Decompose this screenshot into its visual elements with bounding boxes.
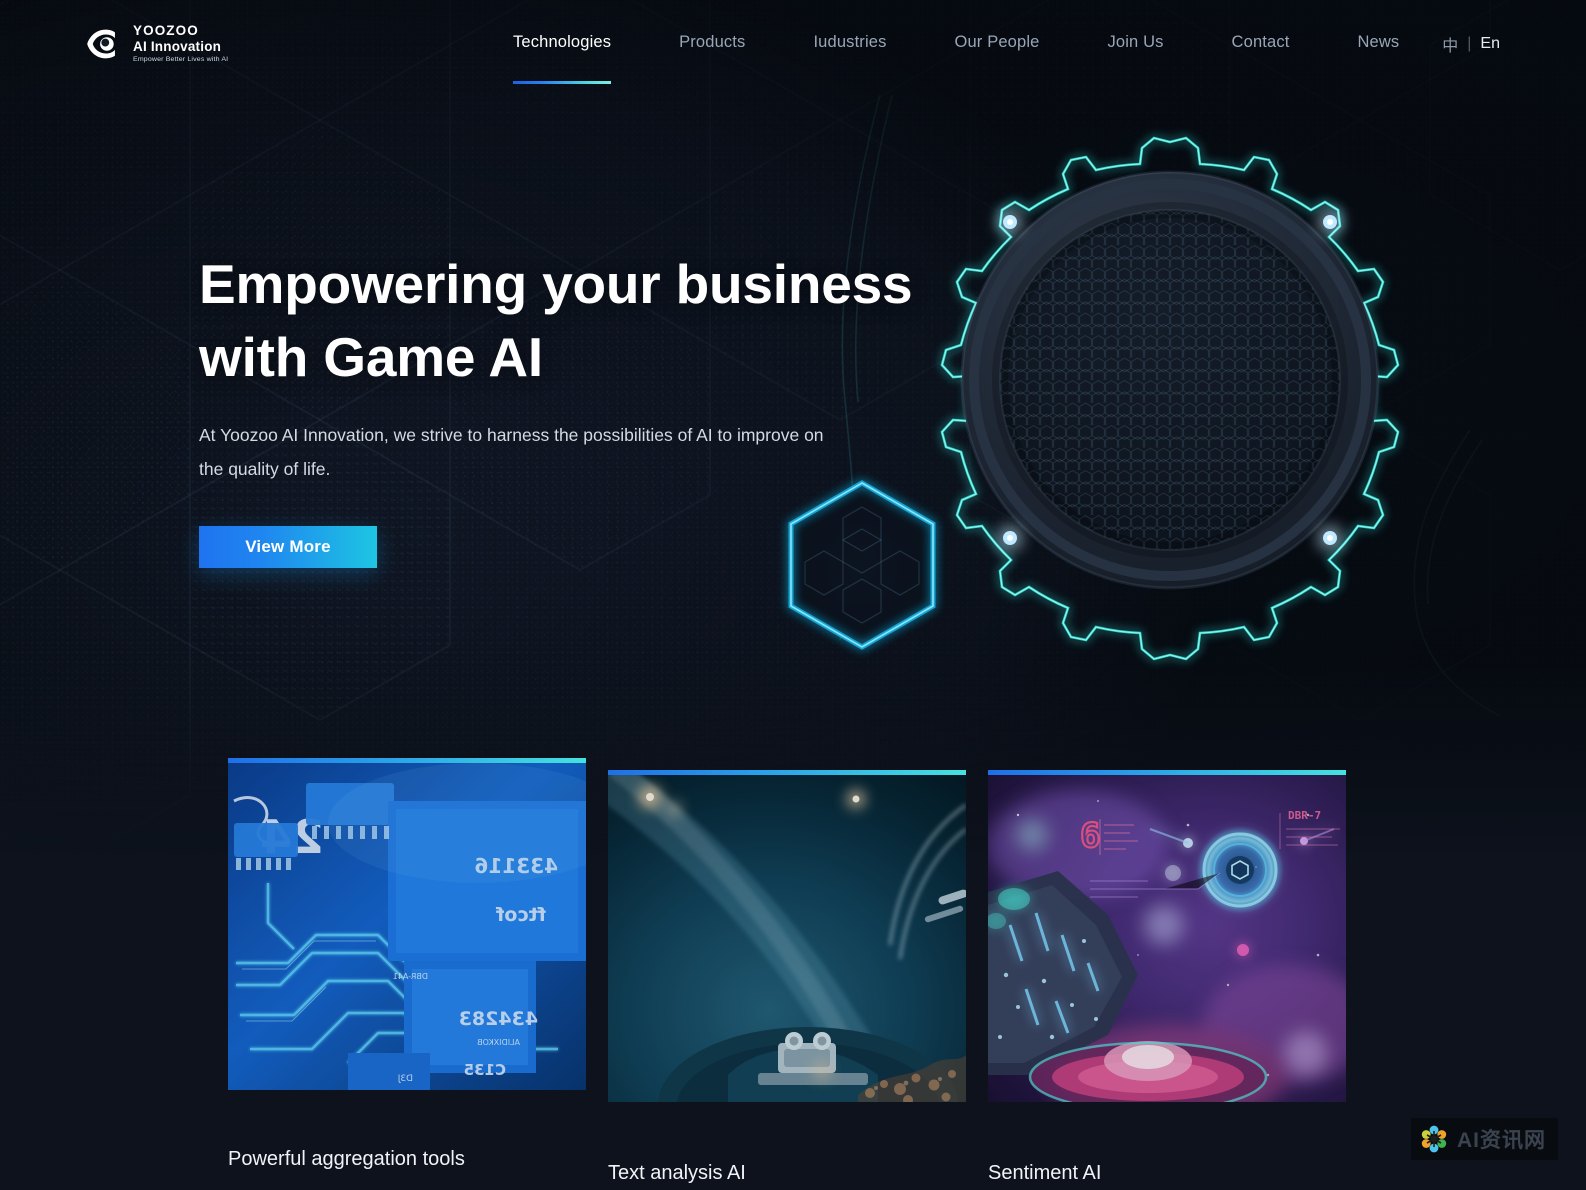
feature-card[interactable]: Text analysis AI [608, 770, 966, 1184]
watermark: AI资讯网 [1411, 1118, 1558, 1160]
logo[interactable]: YOOZOO AI Innovation Empower Better Live… [86, 24, 228, 63]
nav-item-join-us[interactable]: Join Us [1107, 0, 1163, 84]
nav-item-our-people[interactable]: Our People [955, 0, 1040, 84]
language-option-en[interactable]: En [1480, 35, 1500, 53]
view-more-button[interactable]: View More [199, 526, 377, 568]
nav-active-underline [513, 81, 612, 84]
site-header: YOOZOO AI Innovation Empower Better Live… [0, 0, 1586, 84]
sci-fi-space-image: 6 DBR-7 [988, 775, 1346, 1102]
nav-label: Iudustries [813, 33, 887, 51]
nav-label: Our People [954, 33, 1040, 51]
hero-copy: Empowering your business with Game AI At… [199, 248, 959, 568]
language-option-cn[interactable]: 中 [1442, 32, 1458, 56]
language-separator: | [1467, 35, 1472, 52]
nav-item-contact[interactable]: Contact [1232, 0, 1290, 84]
machinery-closeup-image [608, 775, 966, 1102]
hero-title-line-2: with Game AI [199, 326, 543, 388]
nav-label: Join Us [1107, 33, 1164, 51]
nav-item-news[interactable]: News [1357, 0, 1399, 84]
nav-item-technologies[interactable]: Technologies [513, 0, 612, 84]
feature-card[interactable]: 6 DBR-7 [988, 770, 1346, 1184]
feature-card[interactable]: 24 [228, 758, 586, 1170]
nav-item-products[interactable]: Products [679, 0, 745, 84]
flower-pinwheel-icon [1421, 1125, 1447, 1153]
watermark-text: AI资讯网 [1457, 1129, 1546, 1152]
nav-label: Technologies [513, 33, 612, 51]
card-title: Text analysis AI [608, 1162, 746, 1184]
language-switcher: 中 | En [1442, 32, 1500, 56]
nav-label: Products [679, 33, 746, 51]
nav-label: Contact [1231, 33, 1290, 51]
hero-title-line-1: Empowering your business [199, 253, 913, 315]
nav-label: News [1357, 33, 1400, 51]
logo-tagline: Empower Better Lives with AI [133, 56, 229, 63]
nav-item-industries[interactable]: Iudustries [813, 0, 886, 84]
logo-line-1: YOOZOO [133, 23, 199, 38]
card-title: Powerful aggregation tools [228, 1148, 465, 1170]
main-navigation: Technologies Products Iudustries Our Peo… [513, 0, 1399, 84]
circuit-board-image: 24 [228, 763, 586, 1090]
eye-logo-icon [87, 29, 115, 58]
card-title: Sentiment AI [988, 1162, 1102, 1184]
hero-title: Empowering your business with Game AI [199, 248, 959, 394]
hero-section: Empowering your business with Game AI At… [0, 0, 1586, 760]
hero-subtitle: At Yoozoo AI Innovation, we strive to ha… [199, 425, 824, 479]
logo-line-2: AI Innovation [133, 38, 222, 54]
